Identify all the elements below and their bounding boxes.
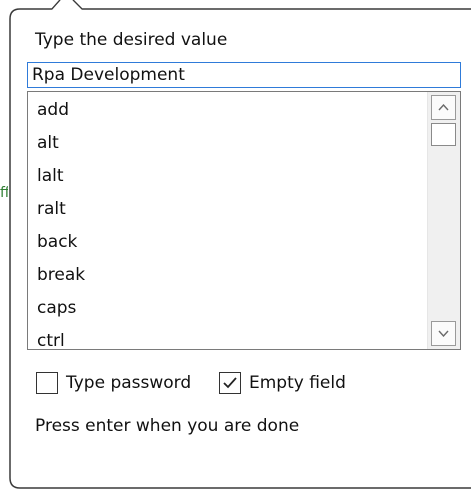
desktop: ff Type the desired value addaltlaltralt… (0, 0, 471, 489)
instruction-hint: Press enter when you are done (35, 416, 300, 436)
list-item[interactable]: back (28, 226, 428, 259)
key-options-list[interactable]: add alt lalt ralt back break caps ctrl (27, 91, 461, 350)
empty-field-label: Empty field (249, 373, 346, 393)
empty-field-checkbox[interactable] (219, 372, 241, 394)
type-password-checkbox[interactable] (36, 372, 58, 394)
scroll-thumb[interactable] (431, 123, 456, 146)
type-password-option[interactable]: Type password (36, 371, 191, 395)
prompt-label: Type the desired value (35, 30, 228, 50)
scroll-down-button[interactable] (431, 321, 456, 346)
list-items-container: add alt lalt ralt back break caps ctrl (28, 92, 428, 349)
list-item[interactable]: caps (28, 292, 428, 325)
value-input[interactable] (27, 62, 461, 88)
scroll-up-button[interactable] (431, 95, 456, 120)
list-item[interactable]: break (28, 259, 428, 292)
triangle-down-icon (438, 330, 449, 337)
list-scrollbar[interactable] (427, 92, 460, 349)
list-item[interactable]: alt (28, 127, 428, 160)
triangle-up-icon (438, 104, 449, 111)
empty-field-option[interactable]: Empty field (219, 371, 346, 395)
list-item[interactable]: add (28, 94, 428, 127)
list-item[interactable]: ralt (28, 193, 428, 226)
checkmark-icon (223, 377, 237, 389)
list-item[interactable]: lalt (28, 160, 428, 193)
type-password-label: Type password (66, 373, 192, 393)
list-item[interactable]: ctrl (28, 325, 428, 349)
